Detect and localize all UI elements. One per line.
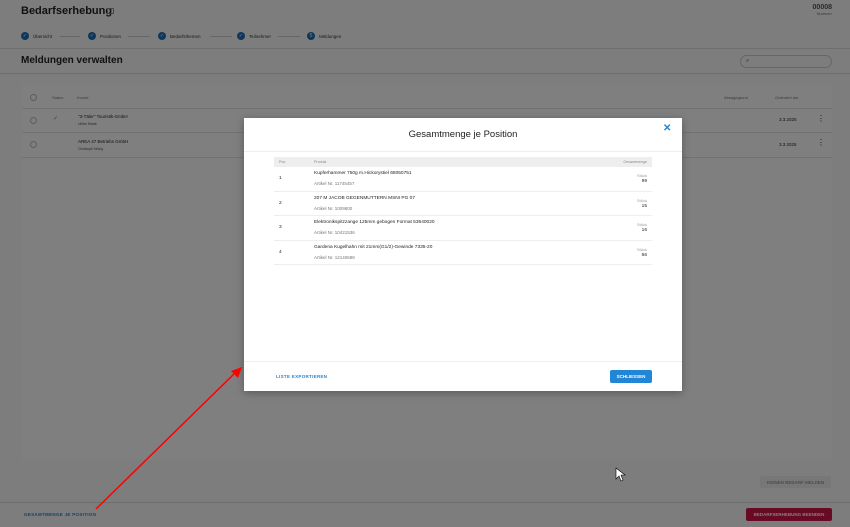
mouse-cursor-icon [615,467,626,482]
annotation-arrow [95,367,626,510]
arrow-line [95,371,237,510]
arrow-head [231,367,242,378]
